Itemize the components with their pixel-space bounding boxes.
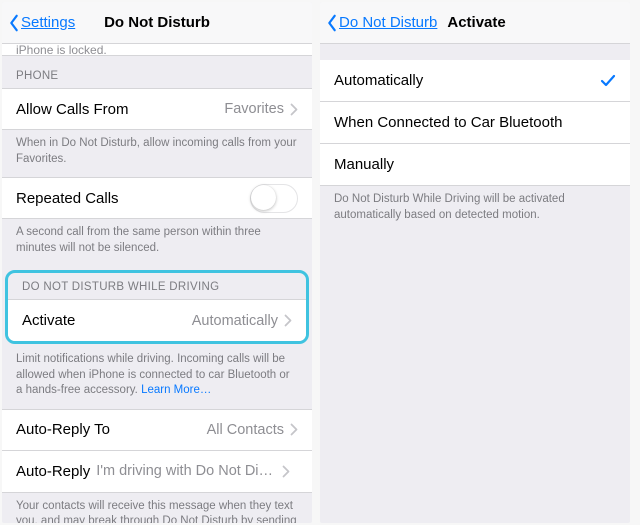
chevron-right-icon — [290, 103, 298, 116]
chevron-left-icon — [326, 14, 338, 32]
back-label: Do Not Disturb — [339, 14, 437, 31]
row-activate[interactable]: Activate Automatically — [8, 299, 306, 341]
checkmark-icon — [600, 74, 616, 88]
back-button-settings[interactable]: Settings — [8, 14, 75, 32]
option-car-bluetooth[interactable]: When Connected to Car Bluetooth — [320, 102, 630, 144]
row-allow-calls-from[interactable]: Allow Calls From Favorites — [2, 88, 312, 130]
footer-repeated-calls: A second call from the same person withi… — [2, 219, 312, 266]
row-label: Auto-Reply — [16, 463, 90, 480]
toggle-repeated-calls[interactable] — [250, 184, 298, 213]
page-title: Do Not Disturb — [104, 14, 210, 31]
toggle-knob — [251, 185, 276, 210]
chevron-right-icon — [282, 465, 290, 478]
footer-activate: Do Not Disturb While Driving will be act… — [320, 186, 630, 233]
settings-pane-dnd: Settings Do Not Disturb iPhone is locked… — [2, 2, 312, 523]
footer-auto-reply: Your contacts will receive this message … — [2, 493, 312, 523]
truncated-prior-footer: iPhone is locked. — [2, 44, 312, 56]
back-button-dnd[interactable]: Do Not Disturb — [326, 14, 437, 32]
row-value: I'm driving with Do Not Distu… — [96, 463, 276, 479]
row-label: Repeated Calls — [16, 190, 250, 207]
option-label: Automatically — [334, 72, 600, 89]
content-left: iPhone is locked. PHONE Allow Calls From… — [2, 44, 312, 523]
highlighted-section-driving: DO NOT DISTURB WHILE DRIVING Activate Au… — [5, 270, 309, 344]
learn-more-link[interactable]: Learn More… — [141, 384, 211, 396]
navbar-left: Settings Do Not Disturb — [2, 2, 312, 44]
navbar-right: Do Not Disturb Activate — [320, 2, 630, 44]
row-label: Activate — [22, 312, 192, 329]
chevron-right-icon — [290, 423, 298, 436]
footer-allow-calls: When in Do Not Disturb, allow incoming c… — [2, 130, 312, 177]
option-label: Manually — [334, 156, 616, 173]
row-value: All Contacts — [207, 422, 284, 438]
chevron-left-icon — [8, 14, 20, 32]
content-right: Automatically When Connected to Car Blue… — [320, 44, 630, 523]
back-label: Settings — [21, 14, 75, 31]
option-label: When Connected to Car Bluetooth — [334, 114, 616, 131]
footer-driving: Limit notifications while driving. Incom… — [2, 346, 312, 409]
row-label: Allow Calls From — [16, 101, 224, 118]
section-header-phone: PHONE — [2, 56, 312, 88]
row-value: Automatically — [192, 313, 278, 329]
page-title: Activate — [447, 14, 505, 31]
row-auto-reply-to[interactable]: Auto-Reply To All Contacts — [2, 409, 312, 451]
section-header-driving: DO NOT DISTURB WHILE DRIVING — [8, 273, 306, 299]
option-automatically[interactable]: Automatically — [320, 60, 630, 102]
row-auto-reply-message[interactable]: Auto-Reply I'm driving with Do Not Distu… — [2, 451, 312, 493]
row-label: Auto-Reply To — [16, 421, 207, 438]
option-manually[interactable]: Manually — [320, 144, 630, 186]
chevron-right-icon — [284, 314, 292, 327]
row-value: Favorites — [224, 101, 284, 117]
row-repeated-calls[interactable]: Repeated Calls — [2, 177, 312, 219]
settings-pane-activate: Do Not Disturb Activate Automatically Wh… — [320, 2, 630, 523]
spacer — [320, 44, 630, 60]
